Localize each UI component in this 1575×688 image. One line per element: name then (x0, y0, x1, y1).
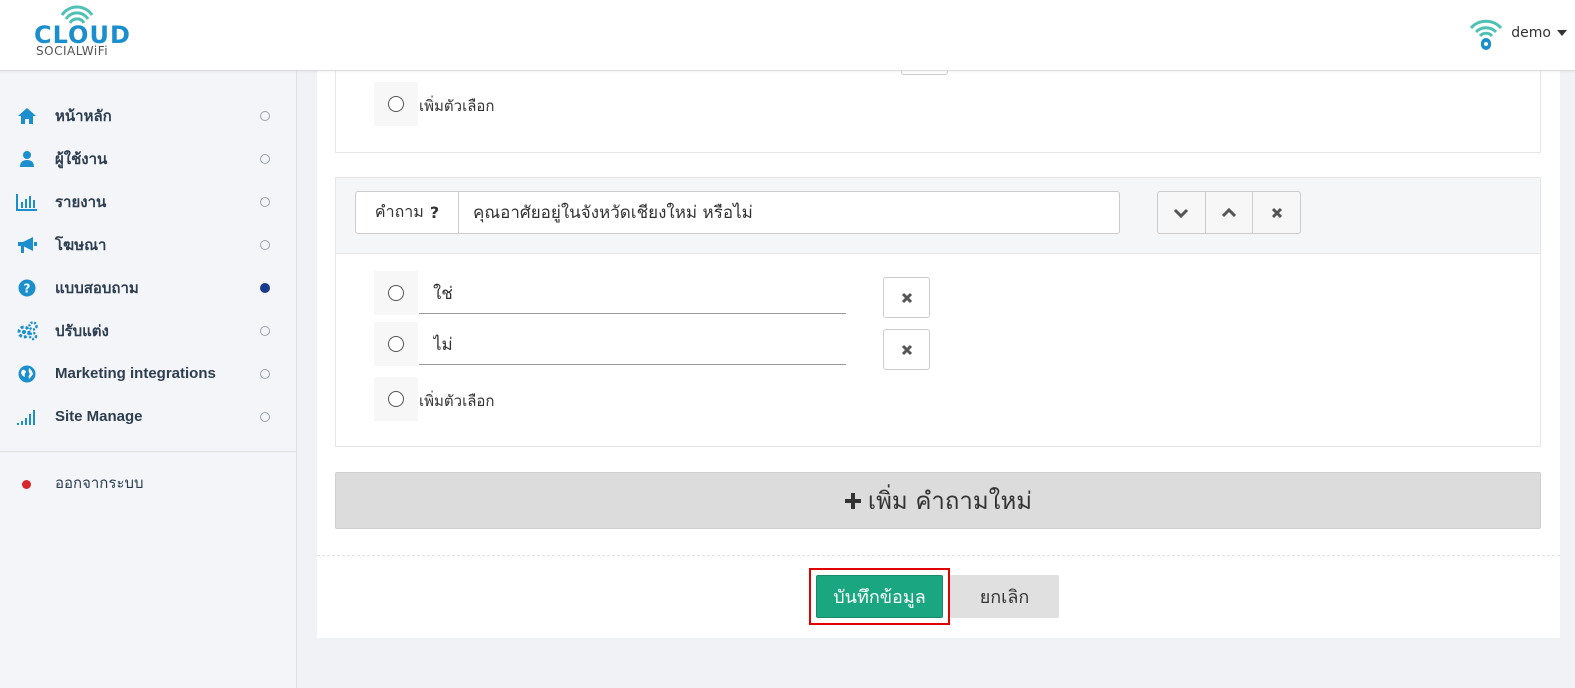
add-option-link[interactable]: เพิ่มตัวเลือก (419, 94, 494, 118)
sidebar-item-label: Site Manage (55, 408, 143, 425)
radio-box (374, 271, 418, 315)
survey-editor-card: เพิ่มตัวเลือก คำถาม ? คุณอาศัยอยู่ในจังห… (317, 65, 1560, 638)
radio-icon (388, 96, 404, 112)
sidebar: หน้าหลัก ผู้ใช้งาน รายงาน โฆษณา ? แบบสอบ… (0, 71, 297, 688)
sidebar-item-label: แบบสอบถาม (55, 279, 139, 297)
active-dot (260, 283, 270, 293)
sidebar-item-reports[interactable]: รายงาน (0, 180, 296, 223)
logout-label: ออกจากระบบ (55, 475, 144, 492)
sidebar-item-ads[interactable]: โฆษณา (0, 223, 296, 266)
home-icon (16, 106, 38, 126)
gears-icon (16, 321, 38, 341)
add-question-label: เพิ่ม คำถามใหม่ (867, 487, 1033, 515)
radio-box (374, 377, 418, 421)
sidebar-item-label: Marketing integrations (55, 365, 216, 382)
close-icon (901, 344, 912, 355)
chevron-up-icon (1221, 207, 1237, 217)
logo-subtext: SOCIALWiFi (36, 44, 109, 58)
status-dot (260, 412, 270, 422)
close-icon (1271, 207, 1282, 218)
logout-link[interactable]: ออกจากระบบ (0, 468, 296, 498)
question-prefix-label: คำถาม (374, 202, 424, 221)
sidebar-item-users[interactable]: ผู้ใช้งาน (0, 137, 296, 180)
move-up-button[interactable] (1206, 192, 1254, 233)
question-actions (1157, 191, 1301, 234)
move-down-button[interactable] (1158, 192, 1206, 233)
radio-icon (388, 336, 404, 352)
sidebar-menu: หน้าหลัก ผู้ใช้งาน รายงาน โฆษณา ? แบบสอบ… (0, 94, 296, 438)
option-input[interactable] (419, 274, 846, 314)
option-input[interactable] (419, 325, 846, 365)
user-icon (16, 149, 38, 169)
logo[interactable]: CLOUD SOCIALWiFi (28, 3, 138, 61)
svg-text:?: ? (24, 282, 31, 296)
globe-icon (16, 364, 38, 384)
sidebar-item-marketing-integrations[interactable]: Marketing integrations (0, 352, 296, 395)
user-name: demo (1511, 25, 1551, 41)
question-header: คำถาม ? (336, 178, 1540, 254)
question-text-input[interactable] (458, 191, 1120, 234)
question-prefix: คำถาม ? (355, 191, 459, 234)
previous-question-block: เพิ่มตัวเลือก (335, 65, 1541, 153)
radio-icon (388, 391, 404, 407)
caret-down-icon (1557, 30, 1567, 36)
bullhorn-icon (16, 235, 38, 255)
sidebar-item-survey[interactable]: ? แบบสอบถาม (0, 266, 296, 309)
status-dot (260, 154, 270, 164)
sidebar-item-home[interactable]: หน้าหลัก (0, 94, 296, 137)
add-question-button[interactable]: เพิ่ม คำถามใหม่ (335, 472, 1541, 529)
question-block: คำถาม ? คุณอาศัยอยู่ในจังหวัดเชียงใหม่ ห… (335, 177, 1541, 447)
radio-box (374, 322, 418, 366)
cancel-button[interactable]: ยกเลิก (950, 575, 1059, 618)
save-button[interactable]: บันทึกข้อมูล (816, 575, 943, 618)
add-option-link[interactable]: เพิ่มตัวเลือก (419, 389, 494, 413)
sidebar-item-label: หน้าหลัก (55, 107, 112, 125)
sidebar-item-label: ปรับแต่ง (55, 322, 109, 340)
sidebar-item-settings[interactable]: ปรับแต่ง (0, 309, 296, 352)
sidebar-item-label: โฆษณา (55, 236, 107, 254)
question-mark-icon: ? (429, 203, 440, 222)
delete-option-button[interactable] (883, 277, 930, 318)
delete-option-button[interactable] (883, 329, 930, 370)
logout-dot (22, 480, 31, 489)
footer-divider (317, 555, 1560, 556)
status-dot (260, 197, 270, 207)
question-circle-icon: ? (16, 278, 38, 298)
status-dot (260, 111, 270, 121)
status-dot (260, 326, 270, 336)
bar-chart-icon (16, 192, 38, 212)
sidebar-divider (0, 451, 296, 452)
close-icon (901, 292, 912, 303)
status-dot (260, 240, 270, 250)
radio-icon (388, 285, 404, 301)
signal-icon (16, 407, 38, 427)
radio-box (374, 82, 418, 126)
wifi-avatar-icon (1470, 19, 1503, 50)
top-bar: CLOUD SOCIALWiFi demo (0, 0, 1575, 71)
delete-question-button[interactable] (1253, 192, 1300, 233)
sidebar-item-label: ผู้ใช้งาน (55, 150, 108, 168)
sidebar-item-label: รายงาน (55, 193, 107, 211)
chevron-down-icon (1174, 208, 1189, 218)
status-dot (260, 369, 270, 379)
plus-icon (844, 492, 861, 509)
user-menu[interactable]: demo (1467, 14, 1575, 52)
sidebar-item-site-manage[interactable]: Site Manage (0, 395, 296, 438)
